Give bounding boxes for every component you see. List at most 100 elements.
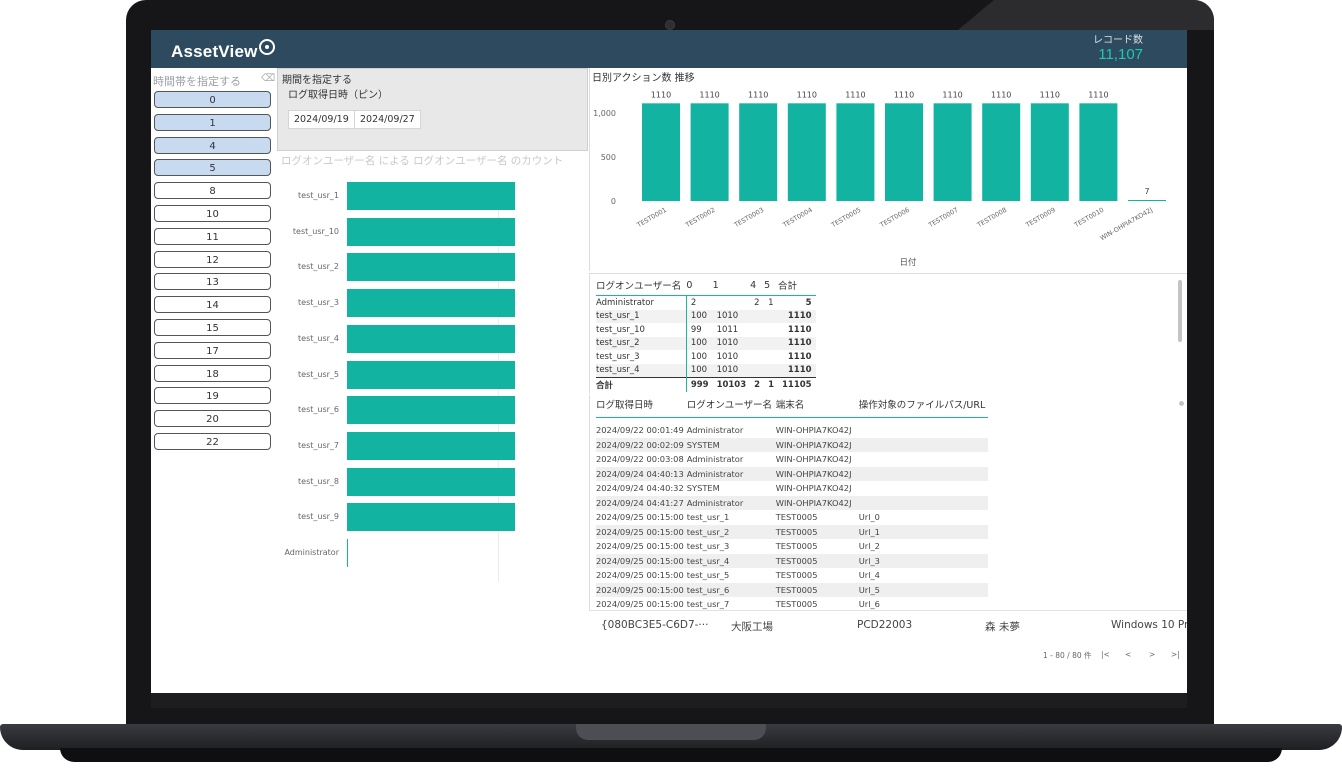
slicer-item-5[interactable]: 5	[154, 159, 271, 177]
daily-bar[interactable]	[1030, 103, 1069, 201]
slicer-item-11[interactable]: 11	[154, 227, 271, 245]
screen: AssetView レコード数 11,107 時間帯を指定する ⌫ 014581…	[151, 30, 1187, 693]
time-slicer: 時間帯を指定する ⌫ 0 1 4 5 8 10 11 12 13 14 15 17 18 19 20 22	[151, 68, 275, 693]
daily-bar[interactable]	[1128, 200, 1166, 201]
log-cell: Administrator	[686, 425, 744, 436]
x-tick-label: WIN-OHPIA7KO42J	[1099, 206, 1154, 243]
log-header[interactable]: 端末名	[775, 397, 859, 418]
matrix-cell: 100	[686, 336, 713, 350]
slicer-item-12[interactable]: 12	[154, 250, 271, 268]
log-cell: test_usr_7	[686, 599, 730, 610]
daily-bar[interactable]	[1079, 103, 1118, 201]
daily-bar[interactable]	[836, 103, 875, 201]
slicer-item-4[interactable]: 4	[154, 136, 271, 154]
user-bar-label: test_usr_3	[298, 298, 339, 308]
log-row[interactable]: 2024/09/24 04:41:27 Administrator WIN-OHPI…	[596, 495, 989, 510]
matrix-cell	[750, 350, 764, 364]
slicer-item-18[interactable]: 18	[154, 364, 271, 382]
x-tick-label: TEST0003	[732, 206, 765, 230]
end-date-input[interactable]: 2024/09/27	[354, 110, 421, 129]
log-header[interactable]: 操作対象のファイルパス/URL	[858, 397, 989, 418]
log-header[interactable]: ログ取得日時	[596, 397, 687, 418]
daily-bar[interactable]	[982, 103, 1021, 201]
log-row[interactable]: 2024/09/25 00:15:00 test_usr_5 TEST0005 Url…	[596, 568, 988, 583]
slicer-item-20[interactable]: 20	[154, 410, 271, 428]
daily-bar[interactable]	[885, 103, 923, 201]
matrix-table: ログオンユーザー名 0 1 4 5 合計 Administrator 2 2 1 5 test_usr…	[596, 278, 816, 392]
daily-bar[interactable]	[642, 103, 680, 201]
matrix-header[interactable]: 0	[686, 278, 713, 296]
slicer-item-22[interactable]: 22	[154, 432, 271, 450]
user-bar[interactable]	[347, 360, 515, 389]
user-bar-label: test_usr_6	[298, 405, 339, 415]
user-bar-row: test_usr_2	[277, 253, 587, 282]
pager-first-button[interactable]: |<	[1101, 650, 1110, 659]
log-row[interactable]: 2024/09/22 00:01:49 Administrator WIN-OHPI…	[596, 423, 988, 438]
log-cell	[858, 466, 989, 481]
asset-pc: PCD22003	[857, 619, 913, 631]
log-cell: Url_3	[858, 553, 989, 568]
user-bar[interactable]	[347, 253, 515, 282]
user-bar-row: test_usr_1	[277, 182, 587, 210]
start-date-input[interactable]: 2024/09/19	[288, 110, 355, 129]
slicer-item-13[interactable]: 13	[154, 273, 271, 291]
user-bar[interactable]	[347, 503, 515, 532]
matrix-header[interactable]: 4	[750, 278, 765, 296]
user-bar-label: test_usr_7	[298, 440, 339, 450]
log-row[interactable]: 2024/09/22 00:03:08 Administrator WIN-OHPI…	[596, 452, 988, 467]
slicer-item-0[interactable]: 0	[154, 91, 271, 108]
slicer-item-8[interactable]: 8	[154, 182, 271, 200]
log-row[interactable]: 2024/09/25 00:15:00 test_usr_1 TEST0005 Url…	[596, 510, 988, 525]
user-bar-row: test_usr_9	[277, 503, 587, 532]
log-row[interactable]: 2024/09/24 04:40:13 Administrator WIN-OHPI…	[596, 466, 989, 481]
user-bar[interactable]	[347, 182, 515, 210]
user-bar[interactable]	[347, 396, 515, 425]
log-cell: TEST0005	[775, 582, 859, 597]
slicer-item-1[interactable]: 1	[154, 113, 271, 131]
matrix-row: 合計 999 10103 2 1 11105	[596, 377, 816, 392]
pager-next-button[interactable]: >	[1149, 650, 1155, 659]
daily-bar[interactable]	[739, 103, 778, 201]
pager-prev-button[interactable]: <	[1125, 650, 1131, 659]
user-bar[interactable]	[347, 217, 515, 246]
slicer-item-14[interactable]: 14	[154, 296, 271, 314]
matrix-row: test_usr_1 100 1010 1110	[596, 309, 816, 323]
user-bar[interactable]	[347, 324, 515, 353]
log-row[interactable]: 2024/09/25 00:15:00 test_usr_4 TEST0005 Url…	[596, 553, 989, 568]
log-row[interactable]: 2024/09/22 00:02:09 SYSTEM WIN-OHPIA7KO42J	[596, 437, 989, 452]
log-row[interactable]: 2024/09/25 00:15:00 test_usr_3 TEST0005 Url…	[596, 539, 988, 554]
slicer-item-15[interactable]: 15	[154, 318, 271, 336]
user-bar[interactable]	[347, 431, 515, 460]
slicer-item-10[interactable]: 10	[154, 204, 271, 222]
log-row[interactable]: 2024/09/25 00:15:00 test_usr_2 TEST0005 Url…	[596, 524, 989, 539]
asset-user: 森 未夢	[985, 621, 1020, 633]
user-bar[interactable]	[347, 289, 515, 318]
scroll-indicator[interactable]	[1179, 401, 1184, 406]
eraser-icon[interactable]: ⌫	[261, 73, 275, 84]
log-row[interactable]: 2024/09/25 00:15:00 test_usr_7 TEST0005 Url…	[596, 597, 988, 610]
log-header[interactable]: ログオンユーザー名	[686, 397, 776, 418]
log-row[interactable]: 2024/09/24 04:40:32 SYSTEM WIN-OHPIA7KO42J	[596, 481, 988, 496]
log-cell: test_usr_2	[686, 524, 776, 539]
pager-last-button[interactable]: >|	[1171, 650, 1180, 659]
log-cell: 2024/09/25 00:15:00	[596, 524, 687, 539]
slicer-item-19[interactable]: 19	[154, 387, 271, 405]
daily-bar[interactable]	[787, 103, 826, 201]
user-bar[interactable]	[347, 539, 348, 567]
bar-data-label: 1110	[651, 90, 671, 99]
matrix-header[interactable]: 5	[764, 278, 778, 296]
x-tick-label: TEST0007	[926, 206, 959, 230]
user-bar[interactable]	[347, 467, 515, 496]
slicer-item-17[interactable]: 17	[154, 341, 271, 359]
matrix-header[interactable]: 1	[712, 278, 751, 296]
user-bar-row: test_usr_6	[277, 396, 587, 425]
matrix-header[interactable]: ログオンユーザー名	[596, 278, 687, 296]
log-row[interactable]: 2024/09/25 00:15:00 test_usr_6 TEST0005 Url…	[596, 582, 989, 597]
daily-bar[interactable]	[933, 103, 972, 201]
log-cell: 2024/09/25 00:15:00	[596, 570, 684, 581]
matrix-scrollbar[interactable]	[1178, 280, 1182, 342]
asset-location: 大阪工場	[731, 621, 773, 633]
user-bar-label: test_usr_9	[298, 512, 339, 522]
matrix-header[interactable]: 合計	[777, 278, 816, 296]
daily-bar[interactable]	[690, 103, 729, 201]
